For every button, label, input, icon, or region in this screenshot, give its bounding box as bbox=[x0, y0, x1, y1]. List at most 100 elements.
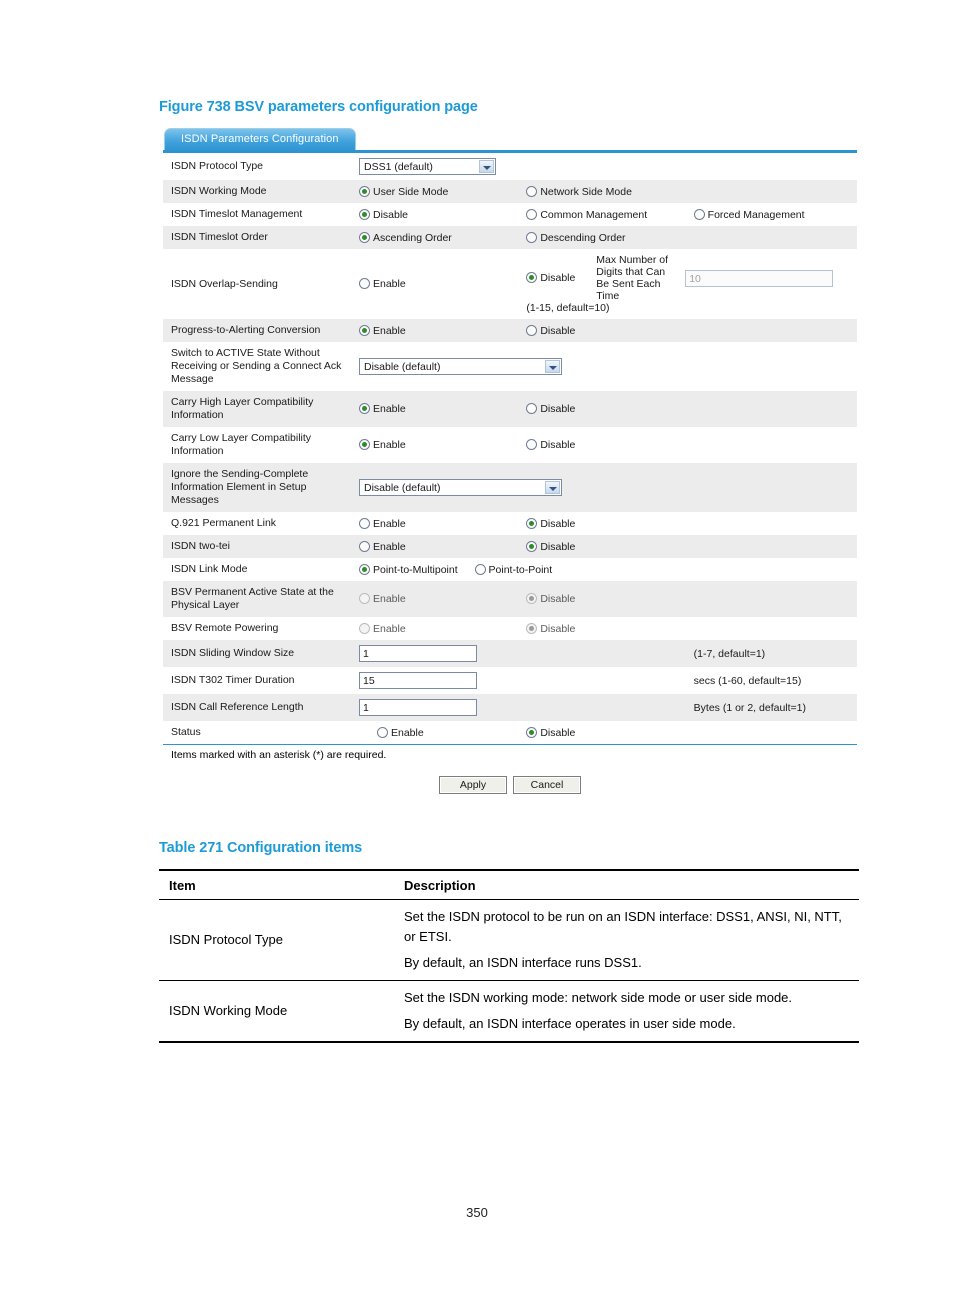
radio-overlap-enable[interactable] bbox=[359, 278, 370, 289]
row-option-2[interactable]: Descending Order bbox=[522, 226, 857, 249]
chevron-down-icon[interactable] bbox=[545, 481, 560, 494]
isdn-config-screenshot: ISDN Parameters Configuration ISDN Proto… bbox=[163, 128, 857, 800]
row-option-2[interactable]: Disable bbox=[522, 721, 857, 744]
max-digits-input[interactable]: 10 bbox=[685, 269, 834, 287]
row-control: 1 bbox=[355, 694, 690, 721]
option-label: Enable bbox=[373, 540, 406, 553]
form-row-isdn-t302-timer-duration: ISDN T302 Timer Duration 15 secs (1-60, … bbox=[163, 667, 857, 694]
form-row-isdn-sliding-window-size: ISDN Sliding Window Size 1 (1-7, default… bbox=[163, 640, 857, 667]
switch-to-active-state-select[interactable]: Disable (default) bbox=[359, 358, 562, 375]
option-label: Enable bbox=[373, 324, 406, 337]
row-option-1[interactable]: Disable bbox=[355, 203, 523, 226]
radio-common-management[interactable] bbox=[526, 208, 538, 220]
row-control: Point-to-Multipoint Point-to-Point bbox=[355, 558, 857, 581]
row-option-1[interactable]: Enable bbox=[355, 427, 523, 463]
radio-q921-disable[interactable] bbox=[526, 517, 538, 529]
radio-bsv-powering-disable bbox=[526, 622, 538, 634]
form-row-q921-permanent-link: Q.921 Permanent Link Enable Disable bbox=[163, 512, 857, 535]
t302-timer-input[interactable]: 15 bbox=[359, 672, 477, 689]
radio-two-tei-disable[interactable] bbox=[526, 540, 538, 552]
cell-description: Set the ISDN working mode: network side … bbox=[394, 980, 859, 1043]
option-label: Common Management bbox=[540, 208, 648, 221]
radio-llc-disable[interactable] bbox=[526, 439, 538, 450]
form-row-ignore-sending-complete: Ignore the Sending-Complete Information … bbox=[163, 463, 857, 512]
option-label: Enable bbox=[373, 403, 406, 415]
form-row-isdn-call-reference-length: ISDN Call Reference Length 1 Bytes (1 or… bbox=[163, 694, 857, 721]
cell-description: Set the ISDN protocol to be run on an IS… bbox=[394, 899, 859, 981]
row-option-1: Enable bbox=[355, 581, 523, 617]
row-option-1[interactable]: Enable bbox=[355, 535, 523, 558]
radio-bsv-powering-enable bbox=[359, 622, 370, 634]
radio-status-disable[interactable] bbox=[526, 726, 538, 738]
row-option-2[interactable]: Disable bbox=[522, 391, 857, 427]
radio-hlc-disable[interactable] bbox=[526, 403, 538, 414]
cell-item: ISDN Protocol Type bbox=[159, 899, 394, 981]
row-control: 1 bbox=[355, 640, 690, 667]
radio-network-side-mode[interactable] bbox=[526, 185, 538, 197]
radio-forced-management[interactable] bbox=[693, 208, 705, 220]
sliding-window-size-input[interactable]: 1 bbox=[359, 645, 477, 662]
radio-point-to-multipoint[interactable] bbox=[359, 563, 370, 575]
option-label: Ascending Order bbox=[373, 231, 452, 244]
select-value: DSS1 (default) bbox=[364, 161, 433, 173]
cancel-button[interactable]: Cancel bbox=[513, 776, 581, 794]
row-option-2[interactable]: Disable bbox=[522, 427, 857, 463]
tab-label: ISDN Parameters Configuration bbox=[181, 133, 339, 145]
form-row-carry-low-layer-compatibility: Carry Low Layer Compatibility Informatio… bbox=[163, 427, 857, 463]
option-label: Disable bbox=[540, 403, 576, 415]
option-label: Enable bbox=[373, 593, 406, 605]
radio-ascending-order[interactable] bbox=[359, 231, 370, 243]
radio-progress-disable[interactable] bbox=[526, 324, 538, 336]
row-option-1[interactable]: Ascending Order bbox=[355, 226, 523, 249]
row-option-1[interactable]: Enable bbox=[355, 249, 523, 319]
form-row-progress-to-alerting-conversion: Progress-to-Alerting Conversion Enable D… bbox=[163, 319, 857, 342]
row-option-1[interactable]: Enable bbox=[355, 391, 523, 427]
radio-llc-enable[interactable] bbox=[359, 439, 370, 450]
row-option-2[interactable]: Disable bbox=[522, 512, 857, 535]
column-header-description: Description bbox=[394, 871, 859, 900]
apply-button[interactable]: Apply bbox=[439, 776, 507, 794]
row-label: ISDN Timeslot Management bbox=[163, 203, 355, 226]
row-option-1[interactable]: User Side Mode bbox=[355, 180, 523, 203]
radio-progress-enable[interactable] bbox=[359, 324, 370, 336]
row-option-2: Disable bbox=[522, 617, 857, 640]
radio-status-enable[interactable] bbox=[377, 726, 388, 738]
option-label: Point-to-Multipoint bbox=[373, 563, 458, 576]
radio-two-tei-enable[interactable] bbox=[359, 540, 370, 552]
radio-point-to-point[interactable] bbox=[474, 563, 486, 575]
row-option-1[interactable]: Enable bbox=[355, 512, 523, 535]
row-option-2[interactable]: Disable bbox=[522, 535, 857, 558]
select-value: Disable (default) bbox=[364, 482, 441, 494]
input-value: 1 bbox=[363, 648, 369, 660]
isdn-protocol-type-select[interactable]: DSS1 (default) bbox=[359, 158, 496, 175]
radio-descending-order[interactable] bbox=[526, 231, 538, 243]
radio-q921-enable[interactable] bbox=[359, 517, 370, 529]
row-label: ISDN Link Mode bbox=[163, 558, 355, 581]
row-option-2[interactable]: Common Management bbox=[522, 203, 690, 226]
row-option-3[interactable]: Forced Management bbox=[689, 203, 857, 226]
chevron-down-icon[interactable] bbox=[545, 360, 560, 373]
table-header-row: Item Description bbox=[159, 871, 859, 900]
row-label: Progress-to-Alerting Conversion bbox=[163, 319, 355, 342]
call-reference-length-input[interactable]: 1 bbox=[359, 699, 477, 716]
description-line: By default, an ISDN interface runs DSS1. bbox=[404, 955, 642, 970]
ignore-sending-complete-select[interactable]: Disable (default) bbox=[359, 479, 562, 496]
radio-overlap-disable[interactable] bbox=[526, 271, 538, 283]
row-option-2[interactable]: Network Side Mode bbox=[522, 180, 857, 203]
form-footer: Items marked with an asterisk (*) are re… bbox=[163, 744, 857, 800]
option-label: Disable bbox=[540, 517, 576, 530]
radio-hlc-enable[interactable] bbox=[359, 403, 370, 414]
radio-timeslot-disable[interactable] bbox=[359, 208, 370, 220]
radio-user-side-mode[interactable] bbox=[359, 185, 370, 197]
isdn-parameters-form: ISDN Protocol Type DSS1 (default) ISDN W… bbox=[163, 153, 857, 744]
row-label: ISDN Timeslot Order bbox=[163, 226, 355, 249]
row-control: Disable (default) bbox=[355, 463, 857, 512]
chevron-down-icon[interactable] bbox=[479, 160, 494, 173]
row-label: ISDN Call Reference Length bbox=[163, 694, 355, 721]
tab-bar: ISDN Parameters Configuration bbox=[163, 128, 857, 153]
row-option-2[interactable]: Disable bbox=[522, 319, 857, 342]
row-option-1[interactable]: Enable bbox=[355, 721, 523, 744]
row-label: Status bbox=[163, 721, 355, 744]
row-option-1[interactable]: Enable bbox=[355, 319, 523, 342]
row-label: ISDN Protocol Type bbox=[163, 153, 355, 180]
